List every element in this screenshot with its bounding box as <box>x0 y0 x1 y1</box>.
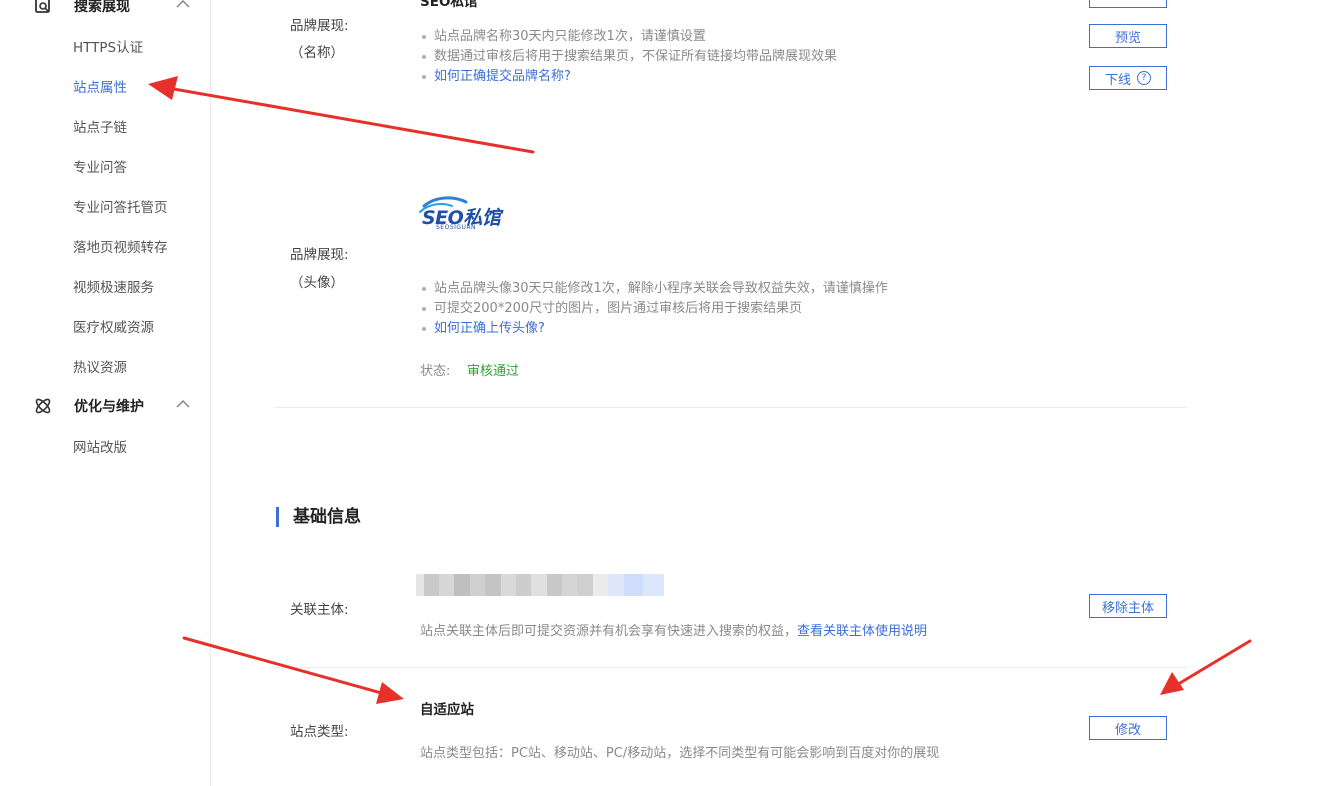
brand-name-help-link[interactable]: 如何正确提交品牌名称? <box>420 67 837 87</box>
remove-entity-button[interactable]: 移除主体 <box>1089 594 1167 618</box>
tip-item: 站点品牌头像30天只能修改1次，解除小程序关联会导致权益失效，请谨慎操作 <box>420 279 888 299</box>
offline-button[interactable]: 下线 ? <box>1089 66 1167 90</box>
section-divider <box>275 407 1187 408</box>
brand-avatar-tips: 站点品牌头像30天只能修改1次，解除小程序关联会导致权益失效，请谨慎操作 可提交… <box>420 279 888 339</box>
site-type-value: 自适应站 <box>420 702 474 718</box>
sidebar-item-site-revision[interactable]: 网站改版 <box>73 436 127 456</box>
brand-name-sublabel: （名称） <box>290 45 344 61</box>
sidebar-item-site-properties[interactable]: 站点属性 <box>73 76 127 96</box>
search-doc-icon <box>32 0 54 17</box>
sidebar-item-video-speed[interactable]: 视频极速服务 <box>73 276 154 296</box>
section-title-basic-info: 基础信息 <box>276 507 361 527</box>
sidebar-item-medical[interactable]: 医疗权威资源 <box>73 316 154 336</box>
sidebar-item-pro-qa[interactable]: 专业问答 <box>73 156 127 176</box>
brand-avatar-sublabel: （头像） <box>290 275 344 291</box>
annotation-arrow <box>1160 639 1252 695</box>
brand-name-label: 品牌展现: <box>290 18 349 34</box>
chevron-up-icon[interactable] <box>175 396 191 416</box>
tip-item: 数据通过审核后将用于搜索结果页，不保证所有链接均带品牌展现效果 <box>420 47 837 67</box>
sidebar: 搜索展现 HTTPS认证 站点属性 站点子链 专业问答 专业问答托管页 落地页视… <box>0 0 211 786</box>
site-type-description: 站点类型包括：PC站、移动站、PC/移动站，选择不同类型有可能会影响到百度对你的… <box>420 746 940 761</box>
atom-icon <box>32 395 54 417</box>
sidebar-item-hot-topics[interactable]: 热议资源 <box>73 356 127 376</box>
help-circle-icon: ? <box>1137 71 1151 85</box>
status-badge: 审核通过 <box>467 364 520 379</box>
entity-label: 关联主体: <box>290 602 349 618</box>
entity-name-redacted <box>416 574 664 596</box>
edit-brand-button[interactable] <box>1089 0 1167 8</box>
sidebar-item-landing-video[interactable]: 落地页视频转存 <box>73 236 168 256</box>
modify-site-type-button[interactable]: 修改 <box>1089 716 1167 740</box>
entity-description-text: 站点关联主体后即可提交资源并有机会享有快速进入搜索的权益， <box>420 624 798 639</box>
brand-name-value: SEO私馆 <box>420 0 478 10</box>
avatar-help-link[interactable]: 如何正确上传头像? <box>420 319 888 339</box>
brand-name-tips: 站点品牌名称30天内只能修改1次，请谨慎设置 数据通过审核后将用于搜索结果页，不… <box>420 27 837 87</box>
nav-group-title: 优化与维护 <box>74 399 144 415</box>
entity-description: 站点关联主体后即可提交资源并有机会享有快速进入搜索的权益，查看关联主体使用说明 <box>420 620 927 639</box>
brand-logo-subtext: SEOSIGUAN <box>436 224 477 231</box>
tip-item: 站点品牌名称30天内只能修改1次，请谨慎设置 <box>420 27 837 47</box>
annotation-arrow <box>182 636 404 704</box>
offline-button-label: 下线 <box>1104 72 1131 88</box>
row-divider <box>275 667 1187 668</box>
nav-group-optimize[interactable]: 优化与维护 <box>32 394 197 418</box>
status-label: 状态: <box>420 364 451 379</box>
chevron-up-icon[interactable] <box>175 0 191 16</box>
brand-logo: SEO私馆 SEOSIGUAN <box>418 194 528 234</box>
nav-group-title: 搜索展现 <box>74 0 130 15</box>
sidebar-item-sitelinks[interactable]: 站点子链 <box>73 116 127 136</box>
entity-help-link[interactable]: 查看关联主体使用说明 <box>797 624 927 639</box>
brand-avatar-label: 品牌展现: <box>290 247 349 263</box>
nav-group-search-display[interactable]: 搜索展现 <box>32 0 197 18</box>
site-type-label: 站点类型: <box>290 724 349 740</box>
preview-button[interactable]: 预览 <box>1089 24 1167 48</box>
sidebar-item-https[interactable]: HTTPS认证 <box>73 36 143 56</box>
sidebar-item-pro-qa-hosted[interactable]: 专业问答托管页 <box>73 196 168 216</box>
tip-item: 可提交200*200尺寸的图片，图片通过审核后将用于搜索结果页 <box>420 299 888 319</box>
